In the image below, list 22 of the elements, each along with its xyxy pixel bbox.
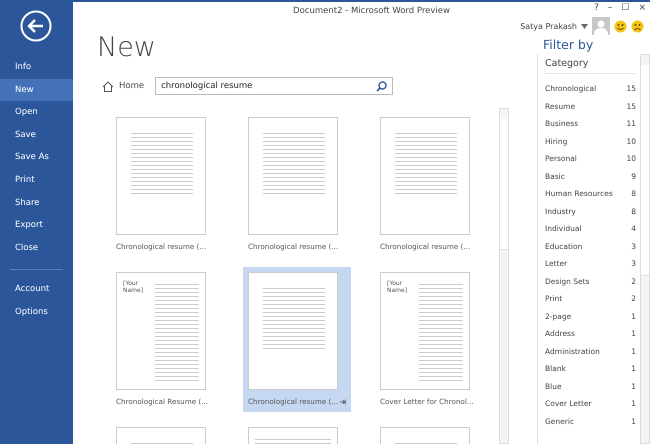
sidebar-item[interactable]: Options bbox=[0, 300, 73, 324]
search-field[interactable]: chronological resume bbox=[155, 77, 394, 95]
category-heading: Category bbox=[545, 58, 636, 74]
sidebar-item[interactable]: Share bbox=[0, 192, 73, 214]
window-control[interactable]: ☐ bbox=[621, 3, 630, 13]
user-name[interactable]: Satya Prakash bbox=[520, 22, 577, 30]
sidebar-item[interactable]: Account bbox=[0, 278, 73, 301]
filter-title: Filter by bbox=[542, 36, 594, 54]
window-control[interactable]: ? bbox=[594, 3, 599, 13]
sidebar-item[interactable]: Close bbox=[0, 236, 73, 260]
window-control[interactable]: – bbox=[608, 3, 612, 13]
sidebar-item[interactable]: Export bbox=[0, 214, 73, 237]
sidebar-item[interactable]: Save bbox=[0, 124, 73, 146]
window-title: Document2 - Microsoft Word Preview bbox=[293, 6, 450, 16]
sidebar-item[interactable]: New bbox=[0, 78, 73, 102]
sidebar-item[interactable]: Print bbox=[0, 168, 73, 192]
window-control[interactable]: × bbox=[638, 3, 646, 13]
home-link[interactable]: Home bbox=[119, 81, 144, 91]
sidebar-item[interactable]: Save As bbox=[0, 146, 73, 169]
sidebar-item[interactable]: Info bbox=[0, 56, 73, 79]
sidebar-item[interactable]: Open bbox=[0, 101, 73, 124]
page-title: New bbox=[97, 32, 157, 65]
